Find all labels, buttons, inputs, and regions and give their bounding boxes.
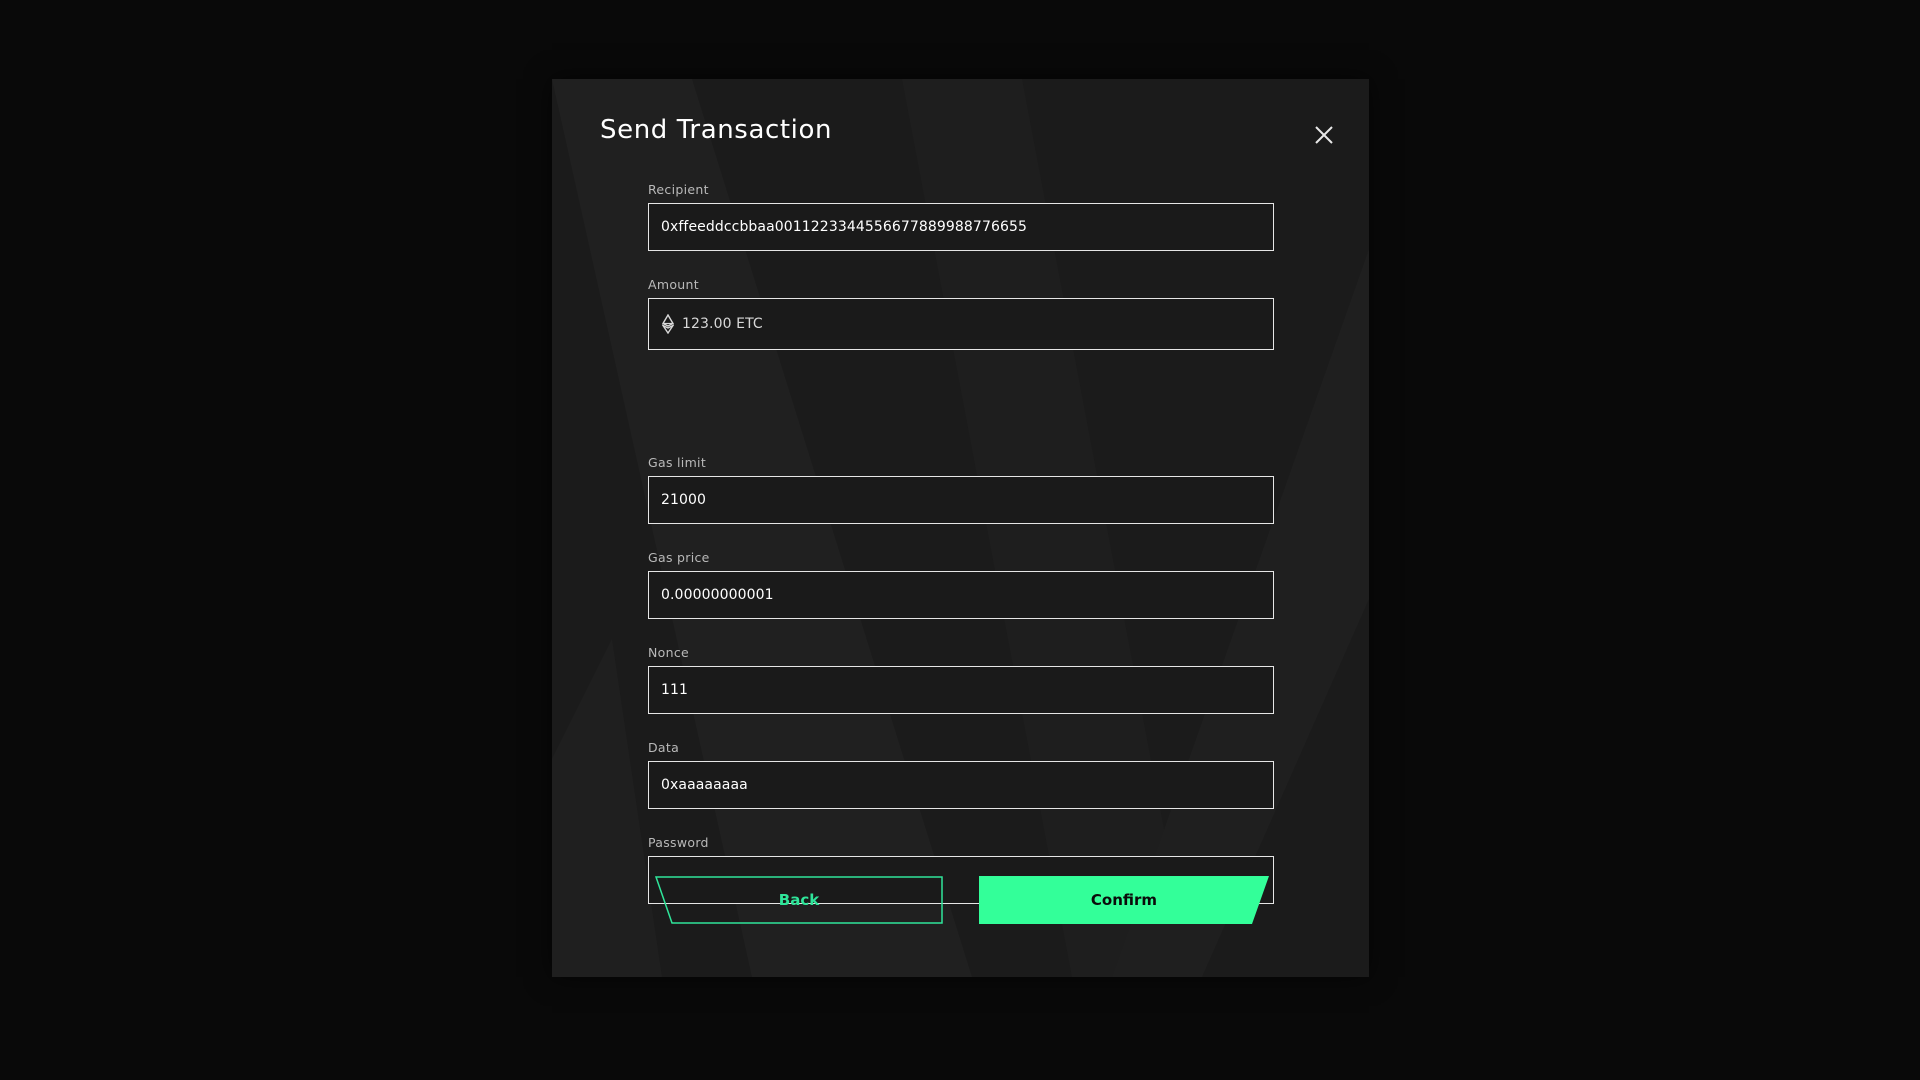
gas-price-input[interactable]: 0.00000000001	[648, 571, 1274, 619]
amount-value: 123.00 ETC	[682, 316, 763, 332]
gas-limit-field-group: Gas limit 21000	[648, 455, 1274, 524]
data-label: Data	[648, 740, 680, 755]
recipient-label: Recipient	[648, 182, 709, 197]
gas-limit-value: 21000	[661, 492, 707, 508]
close-button[interactable]	[1308, 119, 1340, 151]
amount-label: Amount	[648, 277, 699, 292]
amount-input[interactable]: 123.00 ETC	[648, 298, 1274, 350]
gas-limit-label: Gas limit	[648, 455, 707, 470]
recipient-field-group: Recipient 0xffeeddccbbaa0011223344556677…	[648, 182, 1274, 251]
nonce-input[interactable]: 111	[648, 666, 1274, 714]
nonce-field-group: Nonce 111	[648, 645, 1274, 714]
back-button-label: Back	[778, 891, 820, 909]
gas-price-label: Gas price	[648, 550, 710, 565]
recipient-input[interactable]: 0xffeeddccbbaa00112233445566778899887766…	[648, 203, 1274, 251]
send-transaction-dialog: Send Transaction Recipient 0xffeeddccbba…	[552, 79, 1369, 977]
data-input[interactable]: 0xaaaaaaaa	[648, 761, 1274, 809]
dialog-title: Send Transaction	[600, 115, 833, 145]
gas-price-field-group: Gas price 0.00000000001	[648, 550, 1274, 619]
recipient-value: 0xffeeddccbbaa00112233445566778899887766…	[661, 219, 1027, 235]
amount-field-group: Amount 123.00 ETC	[648, 277, 1274, 350]
confirm-button[interactable]: Confirm	[979, 876, 1269, 924]
close-icon	[1315, 126, 1333, 144]
gas-price-value: 0.00000000001	[661, 587, 774, 603]
data-value: 0xaaaaaaaa	[661, 777, 748, 793]
confirm-button-label: Confirm	[1090, 891, 1158, 909]
password-label: Password	[648, 835, 709, 850]
nonce-label: Nonce	[648, 645, 689, 660]
back-button[interactable]: Back	[655, 876, 943, 924]
data-field-group: Data 0xaaaaaaaa	[648, 740, 1274, 809]
ethereum-classic-icon	[661, 313, 675, 335]
gas-limit-input[interactable]: 21000	[648, 476, 1274, 524]
nonce-value: 111	[661, 682, 689, 698]
